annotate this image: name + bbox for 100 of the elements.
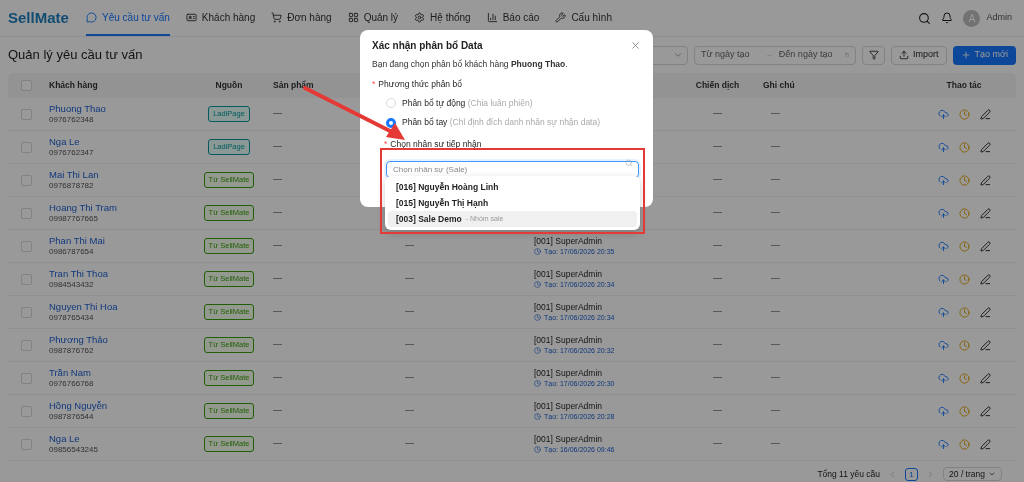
table-cell: — bbox=[771, 273, 780, 284]
customer-name[interactable]: Mai Thi Lan bbox=[49, 169, 190, 180]
date-from-field[interactable]: Từ ngày tạo bbox=[701, 48, 760, 62]
nav-tab[interactable]: Cấu hình bbox=[555, 0, 612, 36]
customer-name[interactable]: Nga Le bbox=[49, 136, 190, 147]
table-cell: — bbox=[405, 339, 414, 350]
customer-name[interactable]: Phan Thi Mai bbox=[49, 235, 190, 246]
nav-tab[interactable]: Đơn hàng bbox=[271, 0, 332, 36]
customer-name[interactable]: Tran Thi Thoa bbox=[49, 268, 190, 279]
upload-cloud-icon[interactable] bbox=[937, 207, 949, 219]
edit-icon[interactable] bbox=[979, 438, 991, 450]
table-cell: — bbox=[713, 339, 722, 350]
edit-icon[interactable] bbox=[979, 339, 991, 351]
clock-icon bbox=[534, 380, 541, 388]
clock-icon[interactable] bbox=[958, 108, 970, 120]
upload-cloud-icon[interactable] bbox=[937, 108, 949, 120]
dropdown-option[interactable]: [015] Nguyễn Thị Hạnh bbox=[388, 195, 637, 211]
clock-icon[interactable] bbox=[958, 438, 970, 450]
edit-icon[interactable] bbox=[979, 207, 991, 219]
user-name[interactable]: Admin bbox=[986, 11, 1012, 25]
clock-icon[interactable] bbox=[958, 207, 970, 219]
nav-tab[interactable]: Khách hàng bbox=[185, 0, 256, 36]
upload-cloud-icon[interactable] bbox=[937, 405, 949, 417]
filter-button[interactable] bbox=[862, 45, 886, 65]
table-cell: — bbox=[713, 438, 722, 449]
search-icon bbox=[625, 158, 633, 167]
radio-label[interactable]: Phân bổ tay (Chỉ định đích danh nhân sự nhận data) bbox=[402, 116, 601, 129]
customer-name[interactable]: Nguyen Thi Hoa bbox=[49, 301, 190, 312]
nav-tab[interactable]: Báo cáo bbox=[486, 0, 540, 36]
edit-icon[interactable] bbox=[979, 306, 991, 318]
edit-icon[interactable] bbox=[979, 141, 991, 153]
page-title: Quản lý yêu cầu tư vấn bbox=[8, 46, 143, 65]
page-button[interactable]: 1 bbox=[905, 467, 919, 481]
table-cell: — bbox=[713, 306, 722, 317]
customer-name[interactable]: Phuong Thao bbox=[49, 103, 190, 114]
logo[interactable]: SellMate bbox=[8, 6, 78, 30]
table-cell: — bbox=[273, 372, 282, 383]
customer-name[interactable]: Nga Le bbox=[49, 433, 190, 444]
upload-cloud-icon[interactable] bbox=[937, 372, 949, 384]
clock-icon[interactable] bbox=[958, 141, 970, 153]
chat-icon bbox=[86, 11, 97, 23]
nav-tab[interactable]: Hệ thống bbox=[414, 0, 471, 36]
upload-cloud-icon[interactable] bbox=[937, 174, 949, 186]
table-cell: — bbox=[713, 372, 722, 383]
edit-icon[interactable] bbox=[979, 372, 991, 384]
nav-tab[interactable]: Yêu cầu tư vấn bbox=[86, 0, 170, 36]
table-cell: — bbox=[771, 339, 780, 350]
total-count: Tổng 11 yêu cầu bbox=[817, 467, 881, 481]
customer-name[interactable]: Phương Thảo bbox=[49, 334, 190, 345]
table-cell: — bbox=[273, 438, 282, 449]
customer-name[interactable]: Hoang Thi Tram bbox=[49, 202, 190, 213]
upload-cloud-icon[interactable] bbox=[937, 240, 949, 252]
table-cell: — bbox=[273, 141, 282, 152]
table-cell: — bbox=[405, 372, 414, 383]
customer-phone: 0987876544 bbox=[49, 413, 95, 422]
nav-tab[interactable]: Quản lý bbox=[347, 0, 399, 36]
upload-cloud-icon[interactable] bbox=[937, 273, 949, 285]
table-cell: — bbox=[273, 207, 282, 218]
creator-name: [001] SuperAdmin bbox=[534, 368, 604, 378]
bar-chart-icon bbox=[486, 11, 498, 23]
customer-name[interactable]: Hồng Nguyễn bbox=[49, 400, 190, 411]
upload-cloud-icon[interactable] bbox=[937, 438, 949, 450]
upload-cloud-icon[interactable] bbox=[937, 339, 949, 351]
edit-icon[interactable] bbox=[979, 405, 991, 417]
edit-icon[interactable] bbox=[979, 174, 991, 186]
radio-label[interactable]: Phân bổ tự động (Chia luân phiên) bbox=[402, 96, 533, 110]
settings-icon bbox=[414, 11, 426, 23]
customer-phone: 0976766768 bbox=[49, 380, 95, 389]
field-label: Chọn nhân sự tiếp nhận bbox=[390, 138, 482, 151]
upload-cloud-icon[interactable] bbox=[937, 306, 949, 318]
clock-icon[interactable] bbox=[958, 306, 970, 318]
table-cell: — bbox=[273, 306, 282, 317]
table-cell: — bbox=[273, 240, 282, 251]
column-header: Nguồn bbox=[214, 79, 244, 92]
column-header: Chiến dịch bbox=[694, 79, 741, 92]
edit-icon[interactable] bbox=[979, 273, 991, 285]
clock-icon[interactable] bbox=[958, 372, 970, 384]
import-button[interactable]: Import bbox=[891, 45, 947, 65]
create-button[interactable]: Tạo mới bbox=[952, 45, 1016, 65]
date-range-field[interactable]: Từ ngày tạo Đến ngày tạo bbox=[694, 45, 857, 65]
clock-icon bbox=[534, 413, 541, 421]
dropdown-option[interactable]: [016] Nguyễn Hoàng Linh bbox=[388, 179, 637, 195]
bell-icon[interactable] bbox=[941, 12, 954, 24]
table-cell: — bbox=[771, 240, 780, 251]
clock-icon[interactable] bbox=[958, 405, 970, 417]
date-to-field[interactable]: Đến ngày tạo bbox=[778, 48, 837, 62]
clock-icon[interactable] bbox=[958, 339, 970, 351]
edit-icon[interactable] bbox=[979, 240, 991, 252]
filter-icon bbox=[868, 50, 879, 60]
page-size-select[interactable]: 20 / trang bbox=[943, 467, 1002, 481]
close-icon[interactable] bbox=[630, 40, 641, 51]
clock-icon[interactable] bbox=[958, 240, 970, 252]
clock-icon[interactable] bbox=[958, 174, 970, 186]
clock-icon[interactable] bbox=[958, 273, 970, 285]
upload-cloud-icon[interactable] bbox=[937, 141, 949, 153]
customer-name[interactable]: Trần Nam bbox=[49, 367, 190, 378]
table-cell: — bbox=[405, 240, 414, 251]
search-icon[interactable] bbox=[918, 11, 932, 25]
table-cell: — bbox=[405, 273, 414, 284]
edit-icon[interactable] bbox=[979, 108, 991, 120]
